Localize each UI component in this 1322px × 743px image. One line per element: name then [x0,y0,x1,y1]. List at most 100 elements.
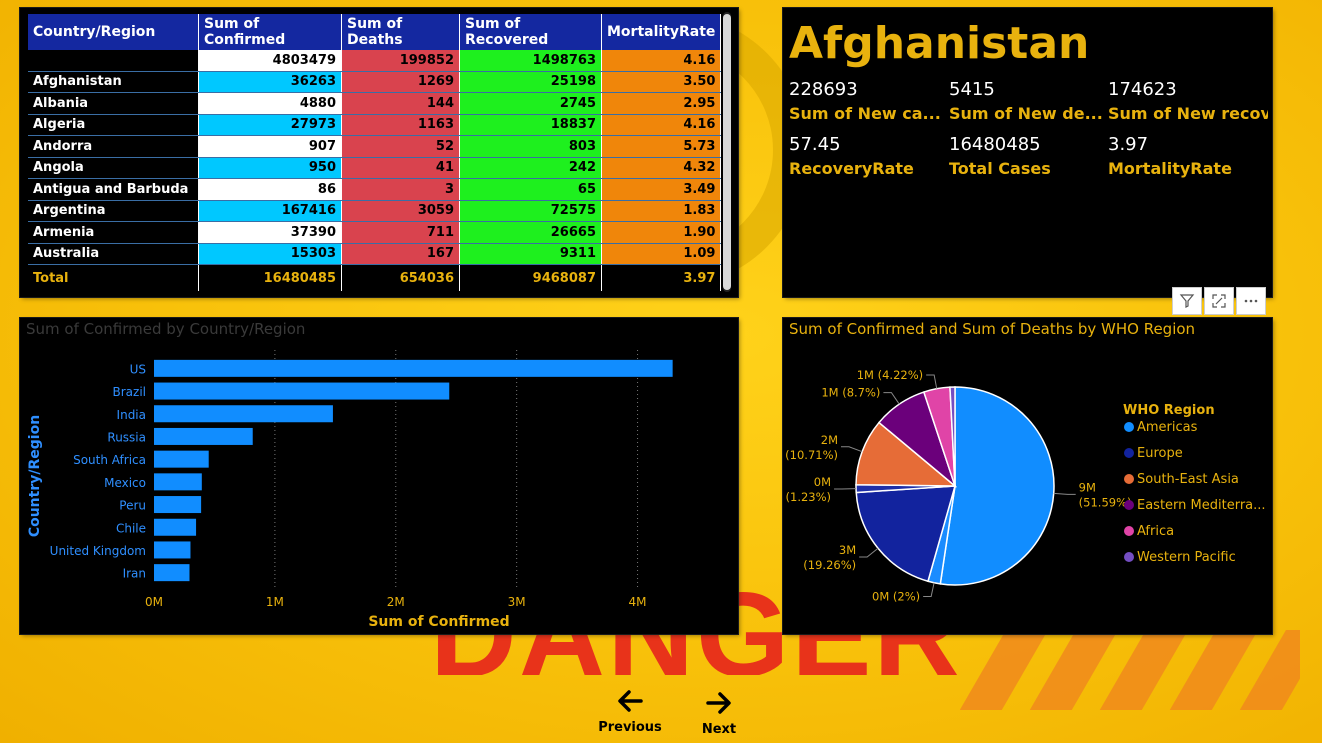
table-header-row: Country/Region Sum of Confirmed Sum of D… [28,14,722,50]
legend-marker [1124,552,1134,562]
next-button[interactable]: Next [694,688,744,737]
cell-country: Algeria [28,114,199,136]
cell-confirmed: 86 [198,178,342,201]
cell-recovered: 18837 [459,114,602,136]
pie-chart-svg: Sum of Confirmed and Sum of Deaths by WH… [785,320,1266,603]
more-options-icon[interactable] [1237,288,1265,314]
cell-deaths: 1269 [341,71,460,93]
table-row[interactable]: Angola 950 41 242 4.32 [28,157,722,179]
legend-item[interactable]: Eastern Mediterra... [1137,498,1266,513]
table-scrollbar[interactable] [723,14,731,290]
table-row[interactable]: 4803479 199852 1498763 4.16 [28,50,722,72]
table-row[interactable]: Armenia 37390 711 26665 1.90 [28,221,722,244]
cell-recovered: 2745 [459,92,602,115]
focus-mode-icon[interactable] [1205,288,1233,314]
kpi-mortality-rate-label: MortalityRate [1108,159,1232,178]
y-tick-label: Russia [107,430,146,444]
cell-mortality: 4.32 [601,157,722,179]
legend-item[interactable]: South-East Asia [1137,472,1239,487]
table-row[interactable]: Antigua and Barbuda 86 3 65 3.49 [28,178,722,201]
cell-confirmed: 4803479 [198,50,342,72]
cell-confirmed: 167416 [198,200,342,222]
bar-chart-svg: Sum of Confirmed by Country/Region Count… [26,320,673,630]
cell-country: Armenia [28,221,199,244]
previous-label: Previous [598,720,662,735]
table-total-row: Total 16480485 654036 9468087 3.97 [28,264,722,291]
header-confirmed[interactable]: Sum of Confirmed [198,14,342,50]
cell-country: Andorra [28,135,199,158]
cell-recovered: 26665 [459,221,602,244]
y-tick-label: South Africa [73,453,146,467]
table-row[interactable]: Afghanistan 36263 1269 25198 3.50 [28,71,722,93]
cell-recovered: 242 [459,157,602,179]
cell-country: Albania [28,92,199,115]
pie-data-label: (19.26%) [803,558,856,572]
legend-marker [1124,474,1134,484]
pie-legend-title: WHO Region [1123,403,1215,418]
header-country[interactable]: Country/Region [28,14,199,50]
cell-confirmed: 37390 [198,221,342,244]
pie-data-label: 3M [839,543,856,557]
pie-data-label: (10.71%) [785,448,838,462]
cell-mortality: 1.09 [601,243,722,265]
cell-deaths: 3059 [341,200,460,222]
y-tick-label: India [117,408,146,422]
header-mortality[interactable]: MortalityRate [601,14,722,50]
leader-line [923,582,935,597]
table-row[interactable]: Albania 4880 144 2745 2.95 [28,92,722,115]
card-country-title: Afghanistan [789,18,1090,69]
legend-item[interactable]: Africa [1137,524,1174,539]
header-deaths[interactable]: Sum of Deaths [341,14,460,50]
kpi-new-deaths-label: Sum of New de... [949,104,1103,123]
bar-south-africa[interactable] [154,450,209,468]
bar-india[interactable] [154,405,333,423]
country-table-visual[interactable]: Country/Region Sum of Confirmed Sum of D… [20,8,738,297]
legend-marker [1124,500,1134,510]
bar-brazil[interactable] [154,382,450,400]
filter-icon[interactable] [1173,288,1201,314]
table-row[interactable]: Australia 15303 167 9311 1.09 [28,243,722,265]
confirmed-by-country-chart[interactable]: Sum of Confirmed by Country/Region Count… [20,318,738,634]
pie-data-label: 1M (8.7%) [821,386,880,400]
bar-chile[interactable] [154,518,197,536]
table-row[interactable]: Algeria 27973 1163 18837 4.16 [28,114,722,136]
table-row[interactable]: Andorra 907 52 803 5.73 [28,135,722,158]
next-label: Next [701,722,737,737]
total-label: Total [28,264,199,291]
kpi-recovery-rate-value: 57.45 [789,134,841,155]
pie-data-label: 0M (2%) [872,589,920,603]
kpi-new-recovered-value: 174623 [1108,79,1177,100]
cell-confirmed: 27973 [198,114,342,136]
cell-country: Afghanistan [28,71,199,93]
x-tick-label: 4M [629,595,647,609]
bar-mexico[interactable] [154,473,202,491]
y-tick-label: Brazil [113,385,147,399]
pie-chart-title: Sum of Confirmed and Sum of Deaths by WH… [789,320,1195,338]
who-region-pie-chart[interactable]: Sum of Confirmed and Sum of Deaths by WH… [783,318,1272,634]
country-kpi-card[interactable]: Afghanistan 228693 Sum of New ca... 5415… [783,8,1272,297]
header-recovered[interactable]: Sum of Recovered [459,14,602,50]
table-row[interactable]: Argentina 167416 3059 72575 1.83 [28,200,722,222]
legend-item[interactable]: Western Pacific [1137,550,1236,565]
cell-recovered: 803 [459,135,602,158]
bar-us[interactable] [154,359,673,377]
cell-confirmed: 4880 [198,92,342,115]
pie-slice[interactable] [939,386,1055,586]
x-tick-label: 1M [266,595,284,609]
pie-data-label: 2M [821,433,838,447]
legend-item[interactable]: Europe [1137,446,1183,461]
y-tick-label: United Kingdom [50,544,146,558]
bar-russia[interactable] [154,427,253,445]
previous-button[interactable]: Previous [598,686,662,735]
bar-peru[interactable] [154,496,202,514]
bar-united-kingdom[interactable] [154,541,191,559]
cell-mortality: 5.73 [601,135,722,158]
cell-recovered: 65 [459,178,602,201]
bar-iran[interactable] [154,564,190,582]
cell-mortality: 4.16 [601,114,722,136]
leader-line [841,446,863,453]
cell-country [28,50,199,72]
bar-chart-x-axis-title: Sum of Confirmed [368,614,509,630]
pie-data-label: 9M [1079,480,1096,494]
legend-item[interactable]: Americas [1137,420,1198,435]
